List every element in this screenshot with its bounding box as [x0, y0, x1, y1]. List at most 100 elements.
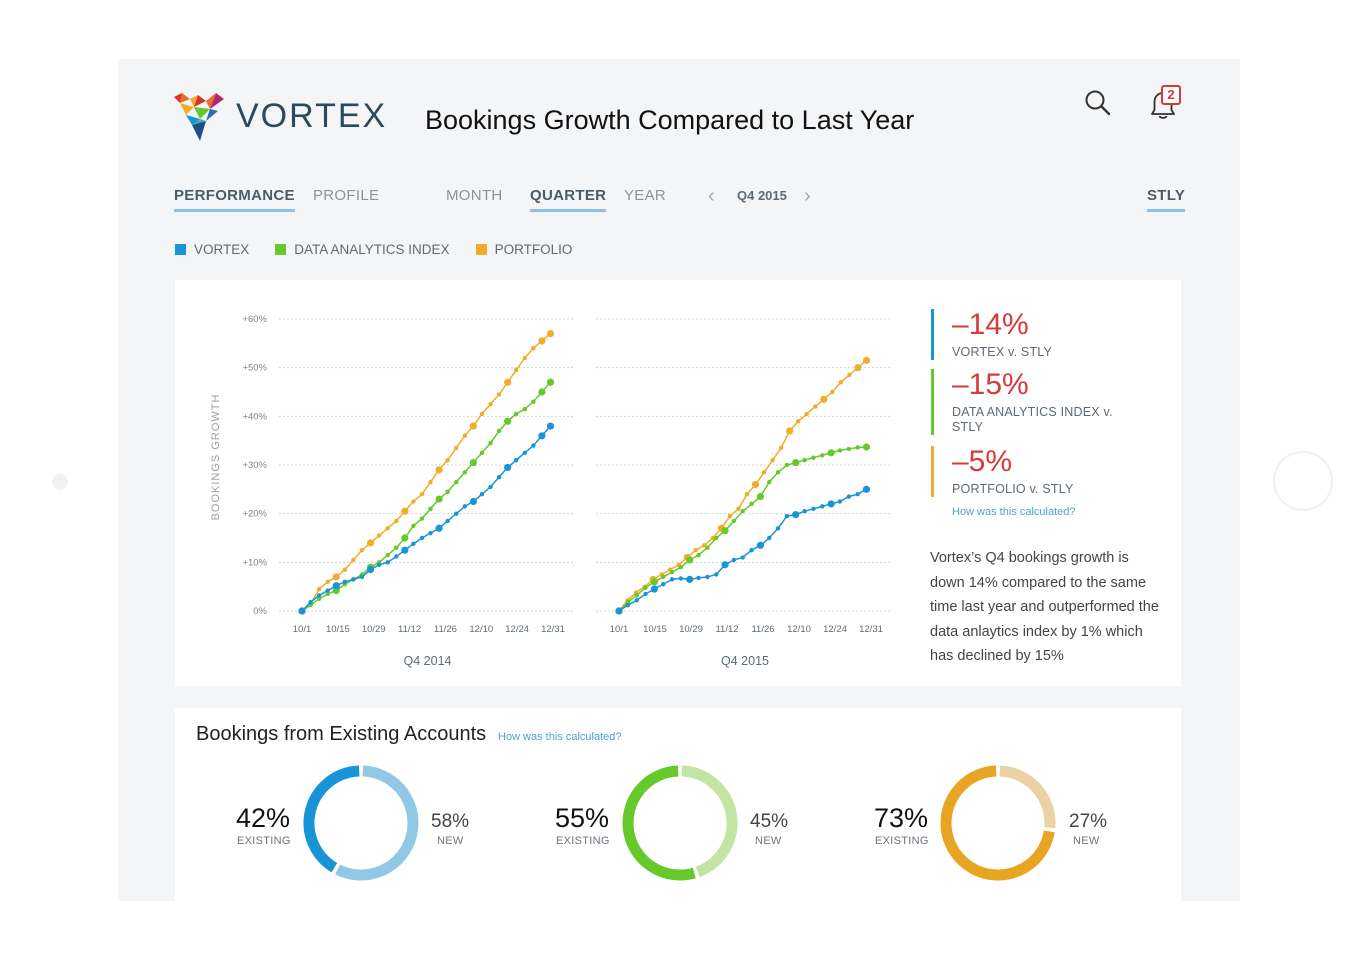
chart-title: Q4 2015 — [721, 654, 769, 668]
data-point — [469, 422, 477, 430]
data-point — [479, 411, 485, 417]
data-point — [714, 535, 719, 541]
data-point — [531, 399, 536, 404]
data-point — [504, 378, 512, 386]
y-tick-label: 0% — [253, 606, 267, 617]
stat-label: PORTFOLIO v. STLY — [952, 482, 1074, 496]
calculation-link[interactable]: How was this calculated? — [952, 506, 1076, 518]
summary-text: Vortex’s Q4 bookings growth is down 14% … — [930, 550, 1159, 665]
data-point — [308, 600, 313, 605]
data-point — [514, 411, 519, 417]
donut-slice-new — [999, 765, 1056, 829]
data-point — [740, 509, 745, 514]
data-point — [454, 445, 459, 451]
data-point — [428, 506, 433, 511]
data-point — [419, 492, 425, 497]
data-point — [830, 389, 835, 395]
period-label: Q4 2015 — [737, 188, 787, 203]
existing-accounts-card: Bookings from Existing Accounts How was … — [175, 708, 1181, 901]
notification-badge[interactable]: 2 — [1161, 85, 1181, 105]
existing-pct: 42% — [236, 803, 291, 833]
data-point — [522, 450, 527, 456]
page-title: Bookings Growth Compared to Last Year — [425, 105, 915, 135]
chevron-left-icon[interactable]: ‹ — [708, 185, 715, 208]
chart-legend: VORTEX DATA ANALYTICS INDEX PORTFOLIO — [175, 242, 598, 257]
data-point — [855, 492, 860, 497]
data-point — [394, 518, 399, 524]
tab-quarter[interactable]: QUARTER — [530, 187, 607, 212]
data-point — [538, 337, 546, 345]
data-point — [643, 591, 648, 597]
data-point — [479, 492, 485, 497]
data-point — [731, 518, 737, 524]
data-point — [784, 513, 790, 519]
vortex-logo[interactable]: VORTEX — [170, 89, 387, 143]
data-point — [837, 448, 843, 453]
legend-item-portfolio[interactable]: PORTFOLIO — [475, 242, 572, 257]
data-point — [740, 555, 745, 560]
x-tick-label: 11/26 — [434, 624, 457, 635]
tab-profile[interactable]: PROFILE — [313, 187, 379, 209]
data-point — [820, 504, 825, 509]
data-point — [847, 372, 852, 378]
data-point — [802, 509, 807, 514]
data-point — [721, 561, 729, 569]
data-point — [454, 479, 459, 485]
data-point — [804, 411, 809, 417]
legend-swatch-vortex — [175, 244, 186, 255]
tab-month[interactable]: MONTH — [446, 187, 503, 209]
new-pct: 27% — [1069, 811, 1108, 832]
data-point — [721, 527, 729, 535]
data-point — [332, 582, 340, 590]
data-point — [298, 607, 306, 615]
data-point — [678, 565, 684, 570]
new-pct: 45% — [750, 811, 789, 832]
legend-item-data-analytics-index[interactable]: DATA ANALYTICS INDEX — [275, 242, 450, 257]
stat-pct: –14% — [952, 308, 1029, 341]
data-point — [401, 507, 409, 515]
stat-pct: –5% — [952, 445, 1013, 478]
stat-label: VORTEX v. STLY — [952, 345, 1053, 359]
data-point — [514, 457, 519, 463]
data-point — [385, 560, 390, 565]
series-line — [618, 488, 867, 612]
data-point — [462, 504, 468, 509]
tab-stly[interactable]: STLY — [1147, 187, 1186, 212]
legend-item-vortex[interactable]: VORTEX — [175, 242, 249, 257]
data-point — [469, 497, 477, 506]
data-point — [488, 401, 493, 407]
stat-portfolio: –5% PORTFOLIO v. STLY — [931, 446, 1073, 497]
data-point — [514, 367, 519, 373]
data-point — [504, 463, 512, 472]
data-point — [705, 545, 710, 550]
existing-pct: 55% — [555, 803, 610, 833]
device-home-button[interactable] — [1273, 451, 1333, 511]
tab-year[interactable]: YEAR — [624, 187, 666, 209]
existing-caption: EXISTING — [875, 835, 929, 847]
search-icon[interactable] — [1084, 89, 1112, 117]
x-tick-label: 12/10 — [469, 624, 493, 635]
x-tick-label: 10/15 — [326, 624, 350, 635]
data-point — [351, 577, 356, 582]
data-point — [546, 422, 555, 430]
data-point — [462, 470, 468, 475]
existing-caption: EXISTING — [237, 835, 291, 847]
new-caption: NEW — [1073, 835, 1100, 847]
device-camera — [52, 474, 68, 490]
data-point — [811, 455, 816, 460]
data-point — [749, 501, 754, 507]
tab-performance[interactable]: PERFORMANCE — [174, 187, 295, 212]
data-point — [705, 574, 710, 580]
chevron-right-icon[interactable]: › — [804, 185, 811, 208]
data-point — [445, 489, 450, 494]
data-point — [462, 433, 468, 438]
stat-label: DATA ANALYTICS INDEX v. STLY — [952, 405, 1113, 434]
data-point — [359, 574, 365, 580]
data-point — [435, 466, 443, 474]
data-point — [686, 556, 694, 564]
data-point — [445, 457, 450, 463]
data-point — [625, 602, 631, 608]
y-tick-label: +60% — [242, 314, 267, 325]
data-point — [744, 492, 750, 497]
x-tick-label: 10/29 — [679, 624, 703, 635]
